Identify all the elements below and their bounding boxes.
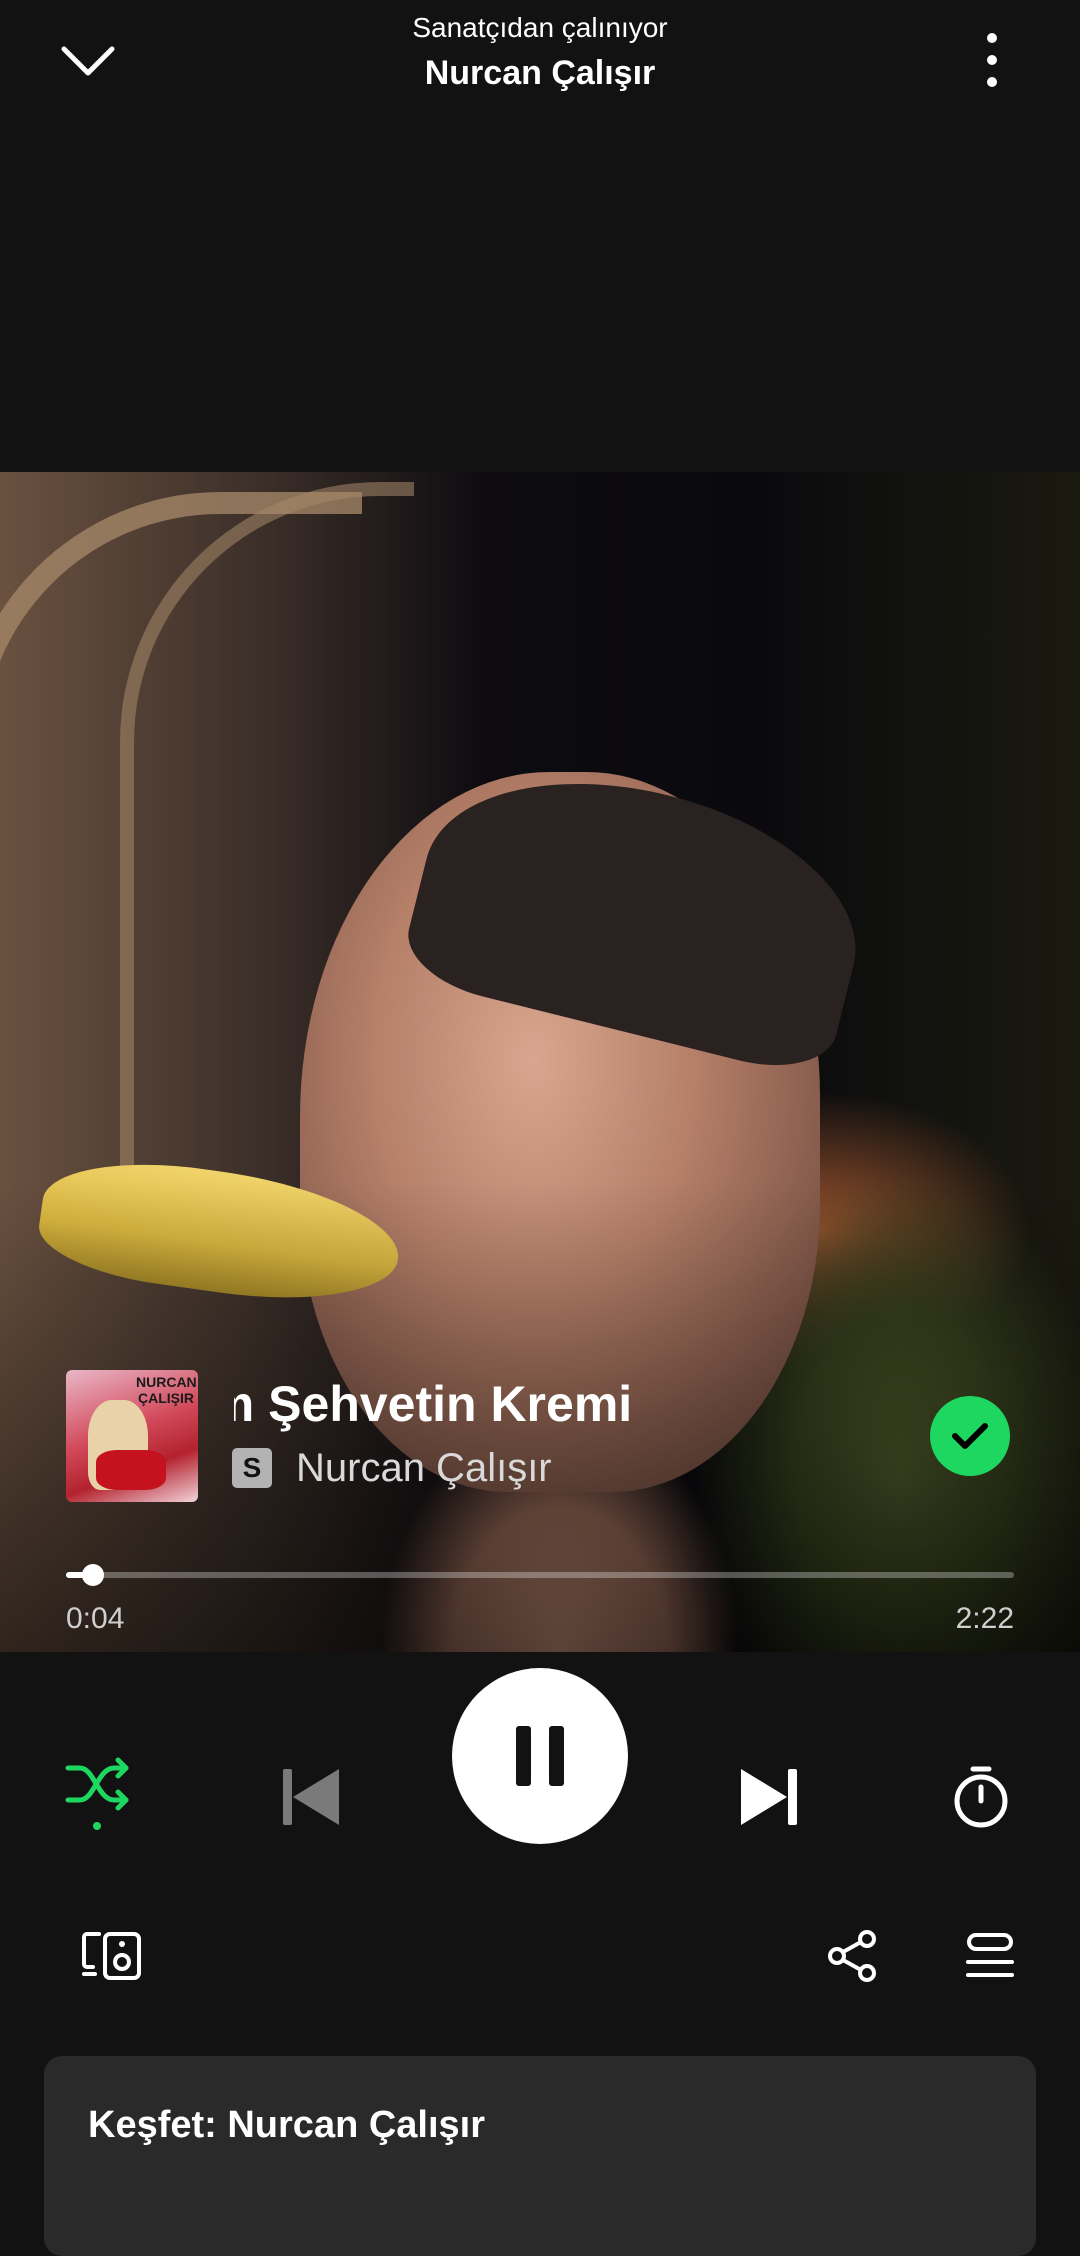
- share-button[interactable]: [812, 1916, 892, 1996]
- play-pause-button[interactable]: [452, 1668, 628, 1844]
- check-icon: [952, 1423, 988, 1449]
- canvas-top-spacer: [0, 160, 1080, 472]
- connect-devices-button[interactable]: [52, 1920, 172, 1992]
- artist-name[interactable]: Nurcan Çalışır: [296, 1446, 552, 1491]
- skip-back-icon: [283, 1769, 339, 1825]
- context-title[interactable]: Nurcan Çalışır: [0, 54, 1080, 93]
- track-title[interactable]: am Şehvetin Kremi: [234, 1372, 754, 1436]
- more-vertical-icon: [987, 33, 997, 87]
- artist-row[interactable]: S Nurcan Çalışır: [232, 1440, 552, 1496]
- sleep-timer-icon: [954, 1766, 1008, 1828]
- skip-forward-icon: [741, 1769, 797, 1825]
- shuffle-active-dot: [93, 1822, 101, 1830]
- total-duration: 2:22: [955, 1602, 1014, 1635]
- progress-thumb[interactable]: [82, 1564, 104, 1586]
- shuffle-button[interactable]: [54, 1742, 144, 1842]
- explore-artist-card[interactable]: Keşfet: Nurcan Çalışır: [44, 2056, 1036, 2256]
- progress-bar[interactable]: [66, 1564, 1014, 1586]
- album-art-dress: [96, 1450, 166, 1490]
- previous-button[interactable]: [266, 1752, 356, 1842]
- explore-card-title: Keşfet: Nurcan Çalışır: [88, 2104, 486, 2146]
- album-art[interactable]: NURCAN ÇALIŞIR: [66, 1370, 198, 1502]
- playing-from-label: Sanatçıdan çalınıyor: [412, 12, 668, 43]
- album-art-title: NURCAN ÇALIŞIR: [136, 1374, 197, 1406]
- queue-icon: [966, 1933, 1014, 1977]
- playback-controls: [0, 1652, 1080, 1902]
- pause-icon: [516, 1726, 564, 1786]
- track-title-text: am Şehvetin Kremi: [234, 1376, 633, 1432]
- queue-button[interactable]: [950, 1916, 1030, 1996]
- sleep-timer-button[interactable]: [936, 1752, 1026, 1842]
- more-options-button[interactable]: [960, 20, 1024, 100]
- liked-button[interactable]: [930, 1396, 1010, 1476]
- next-button[interactable]: [724, 1752, 814, 1842]
- devices-icon: [82, 1932, 141, 1980]
- sample-badge: S: [232, 1448, 272, 1488]
- elapsed-time: 0:04: [66, 1602, 125, 1635]
- share-icon: [828, 1930, 876, 1982]
- shuffle-icon: [65, 1757, 129, 1830]
